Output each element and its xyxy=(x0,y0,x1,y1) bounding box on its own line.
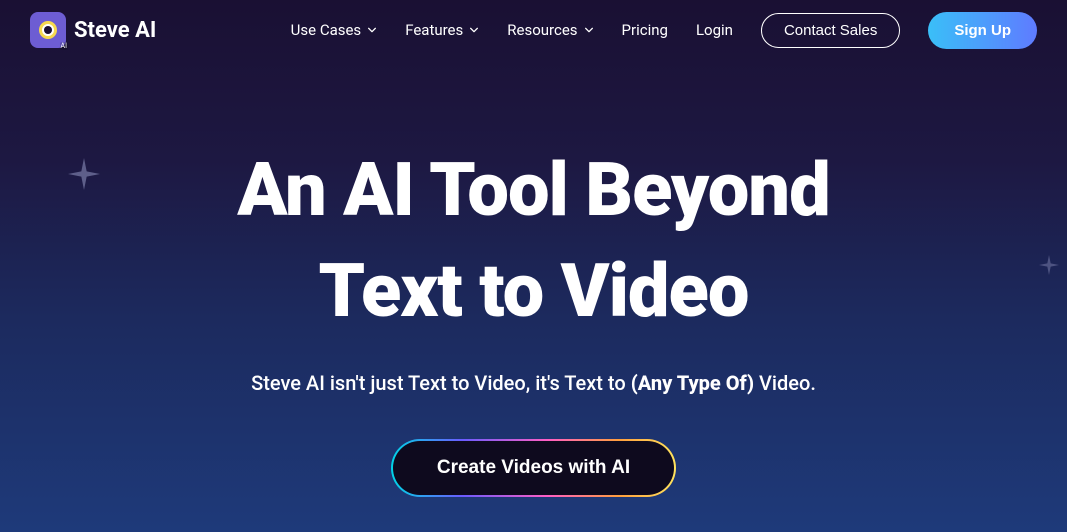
create-videos-button[interactable]: Create Videos with AI xyxy=(393,441,674,495)
nav-features-label: Features xyxy=(405,21,463,39)
hero-title: An AI Tool Beyond Text to Video xyxy=(0,150,1067,333)
hero-subtitle: Steve AI isn't just Text to Video, it's … xyxy=(0,371,1067,395)
main-nav: Use Cases Features Resources Pricing Log… xyxy=(291,12,1037,49)
nav-resources-label: Resources xyxy=(507,21,577,39)
hero-title-line2: Text to Video xyxy=(0,251,1067,332)
chevron-down-icon xyxy=(367,25,377,35)
brand-logo-badge: AI xyxy=(60,42,68,50)
contact-sales-button[interactable]: Contact Sales xyxy=(761,13,900,48)
hero-cta-wrap: Create Videos with AI xyxy=(391,439,676,497)
hero-sub-pre: Steve AI isn't just Text to Video, it's … xyxy=(251,371,631,395)
nav-features[interactable]: Features xyxy=(405,21,479,39)
brand-logo[interactable]: AI Steve AI xyxy=(30,12,156,48)
hero-sub-post: Video. xyxy=(754,371,816,395)
brand-logo-icon: AI xyxy=(30,12,66,48)
nav-login[interactable]: Login xyxy=(696,21,733,39)
chevron-down-icon xyxy=(584,25,594,35)
chevron-down-icon xyxy=(469,25,479,35)
nav-use-cases[interactable]: Use Cases xyxy=(291,21,378,39)
nav-login-label: Login xyxy=(696,21,733,39)
nav-use-cases-label: Use Cases xyxy=(291,21,362,39)
hero-sub-strong: (Any Type Of) xyxy=(631,371,754,395)
hero-title-line1: An AI Tool Beyond xyxy=(237,147,829,234)
nav-resources[interactable]: Resources xyxy=(507,21,593,39)
nav-pricing-label: Pricing xyxy=(622,21,668,39)
brand-name: Steve AI xyxy=(74,18,156,43)
sign-up-button[interactable]: Sign Up xyxy=(928,12,1037,49)
hero-section: An AI Tool Beyond Text to Video Steve AI… xyxy=(0,60,1067,497)
nav-pricing[interactable]: Pricing xyxy=(622,21,668,39)
header: AI Steve AI Use Cases Features Resources… xyxy=(0,0,1067,60)
